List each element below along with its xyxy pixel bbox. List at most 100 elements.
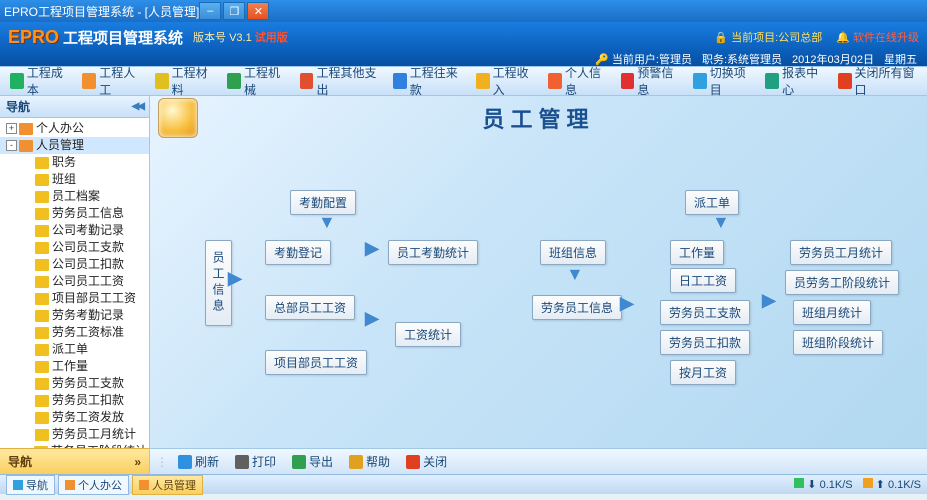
node-kq-record[interactable]: 考勤登记: [265, 240, 331, 265]
close-icon: [406, 455, 420, 469]
tree-item[interactable]: -人员管理: [0, 137, 149, 154]
node-zb-salary[interactable]: 总部员工工资: [265, 295, 355, 320]
window-controls: – ❐ ✕: [199, 2, 269, 20]
tree-item[interactable]: +个人办公: [0, 120, 149, 137]
tree-item[interactable]: 劳务考勤记录: [0, 307, 149, 324]
node-labor-month-stat[interactable]: 劳务员工月统计: [790, 240, 892, 265]
action-help[interactable]: 帮助: [343, 451, 396, 472]
toolbar-labor[interactable]: 工程人工: [76, 61, 146, 101]
node-month-salary[interactable]: 按月工资: [670, 360, 736, 385]
tree-node-icon: [35, 378, 49, 390]
action-export[interactable]: 导出: [286, 451, 339, 472]
toolbar-material[interactable]: 工程材料: [149, 61, 219, 101]
sidebar-title: 导航 ◀◀: [0, 96, 149, 118]
tree-item[interactable]: 班组: [0, 171, 149, 188]
arrow-icon: ▶: [365, 238, 379, 259]
toolbar-cost[interactable]: 工程成本: [4, 61, 74, 101]
sidebar: 导航 ◀◀ +个人办公-人员管理职务班组员工档案劳务员工信息公司考勤记录公司员工…: [0, 96, 150, 474]
action-close[interactable]: 关闭: [400, 451, 453, 472]
node-day-salary[interactable]: 日工工资: [670, 268, 736, 293]
logo-epro: EPRO: [8, 27, 59, 48]
tree-node-icon: [19, 123, 33, 135]
tree-item[interactable]: 工作量: [0, 358, 149, 375]
income-icon: [476, 73, 490, 89]
tree-node-icon: [35, 395, 49, 407]
report-icon: [765, 73, 779, 89]
update-link[interactable]: 🔔 软件在线升级: [836, 29, 919, 45]
toolbar-other-out[interactable]: 工程其他支出: [294, 61, 385, 101]
maximize-button[interactable]: ❐: [223, 2, 245, 20]
node-labor-stage-stat[interactable]: 员劳务工阶段统计: [785, 270, 899, 295]
toolbar-report[interactable]: 报表中心: [759, 61, 829, 101]
tree-item[interactable]: 公司员工扣款: [0, 256, 149, 273]
tree-item[interactable]: 劳务员工支款: [0, 375, 149, 392]
app-header: EPRO 工程项目管理系统 版本号 V3.1 试用版 🔒 当前项目:公司总部 🔔…: [0, 22, 927, 52]
node-kq-stat[interactable]: 员工考勤统计: [388, 240, 478, 265]
machine-icon: [227, 73, 241, 89]
tree-item[interactable]: 公司员工工资: [0, 273, 149, 290]
arrow-icon: ▼: [712, 212, 730, 233]
toolbar-personal[interactable]: 个人信息: [542, 61, 612, 101]
tree-item[interactable]: 派工单: [0, 341, 149, 358]
node-labor-deduct[interactable]: 劳务员工扣款: [660, 330, 750, 355]
toolbar-close-all[interactable]: 关闭所有窗口: [832, 61, 923, 101]
tree-item[interactable]: 公司考勤记录: [0, 222, 149, 239]
content-toolbar: ⋮ 刷新打印导出帮助关闭: [150, 448, 927, 474]
window-title: EPRO工程项目管理系统 - [人员管理]: [4, 3, 199, 20]
node-workload[interactable]: 工作量: [670, 240, 724, 265]
node-team-month-stat[interactable]: 班组月统计: [793, 300, 871, 325]
tree-item[interactable]: 劳务员工月统计: [0, 426, 149, 443]
toolbar-income[interactable]: 工程收入: [470, 61, 540, 101]
action-refresh[interactable]: 刷新: [172, 451, 225, 472]
toolbar-machine[interactable]: 工程机械: [221, 61, 291, 101]
toolbar-receivable[interactable]: 工程往来款: [387, 61, 468, 101]
tree-item[interactable]: 项目部员工工资: [0, 290, 149, 307]
other-out-icon: [300, 73, 314, 89]
tree-item[interactable]: 职务: [0, 154, 149, 171]
expand-icon[interactable]: »: [134, 455, 141, 469]
status-tab-nav[interactable]: 导航: [6, 475, 55, 495]
help-icon: [349, 455, 363, 469]
node-team-info[interactable]: 班组信息: [540, 240, 606, 265]
tree-item[interactable]: 劳务员工信息: [0, 205, 149, 222]
tree-item[interactable]: 员工档案: [0, 188, 149, 205]
tree-item[interactable]: 公司员工支款: [0, 239, 149, 256]
switch-icon: [693, 73, 707, 89]
nav-tree[interactable]: +个人办公-人员管理职务班组员工档案劳务员工信息公司考勤记录公司员工支款公司员工…: [0, 118, 149, 448]
node-labor-info[interactable]: 劳务员工信息: [532, 295, 622, 320]
collapse-sidebar-icon[interactable]: ◀◀: [132, 101, 143, 112]
tree-item[interactable]: 劳务工资发放: [0, 409, 149, 426]
tree-toggle-icon[interactable]: +: [6, 123, 17, 134]
node-salary-stat[interactable]: 工资统计: [395, 322, 461, 347]
minimize-button[interactable]: –: [199, 2, 221, 20]
arrow-icon: ▶: [762, 290, 776, 311]
node-team-stage-stat[interactable]: 班组阶段统计: [793, 330, 883, 355]
tree-item[interactable]: 劳务员工扣款: [0, 392, 149, 409]
toolbar-switch[interactable]: 切换项目: [687, 61, 757, 101]
labor-icon: [82, 73, 96, 89]
status-tab-hr[interactable]: 人员管理: [132, 475, 203, 495]
status-tab-office[interactable]: 个人办公: [58, 475, 129, 495]
content-area: 员工管理 员工信息 ▶ 考勤配置 ▼ 考勤登记 ▶ 员工考勤统计 总部员工工资 …: [150, 96, 927, 474]
tree-item[interactable]: 劳务工资标准: [0, 324, 149, 341]
node-labor-pay[interactable]: 劳务员工支款: [660, 300, 750, 325]
action-print[interactable]: 打印: [229, 451, 282, 472]
tab-icon: [65, 480, 75, 490]
tree-node-icon: [35, 191, 49, 203]
cost-icon: [10, 73, 24, 89]
toolbar-warning[interactable]: 预警信息: [615, 61, 685, 101]
sidebar-bottom[interactable]: 导航 »: [0, 448, 149, 474]
page-title: 员工管理: [158, 102, 919, 134]
tree-node-icon: [35, 310, 49, 322]
tree-node-icon: [35, 242, 49, 254]
arrow-icon: ▼: [318, 212, 336, 233]
tree-node-icon: [19, 140, 33, 152]
status-bar: 导航个人办公人员管理 ⬇ 0.1K/S ⬆ 0.1K/S: [0, 474, 927, 494]
node-proj-salary[interactable]: 项目部员工工资: [265, 350, 367, 375]
content-header: 员工管理: [150, 96, 927, 140]
close-button[interactable]: ✕: [247, 2, 269, 20]
arrow-icon: ▶: [620, 293, 634, 314]
tree-node-icon: [35, 174, 49, 186]
tree-toggle-icon[interactable]: -: [6, 140, 17, 151]
export-icon: [292, 455, 306, 469]
